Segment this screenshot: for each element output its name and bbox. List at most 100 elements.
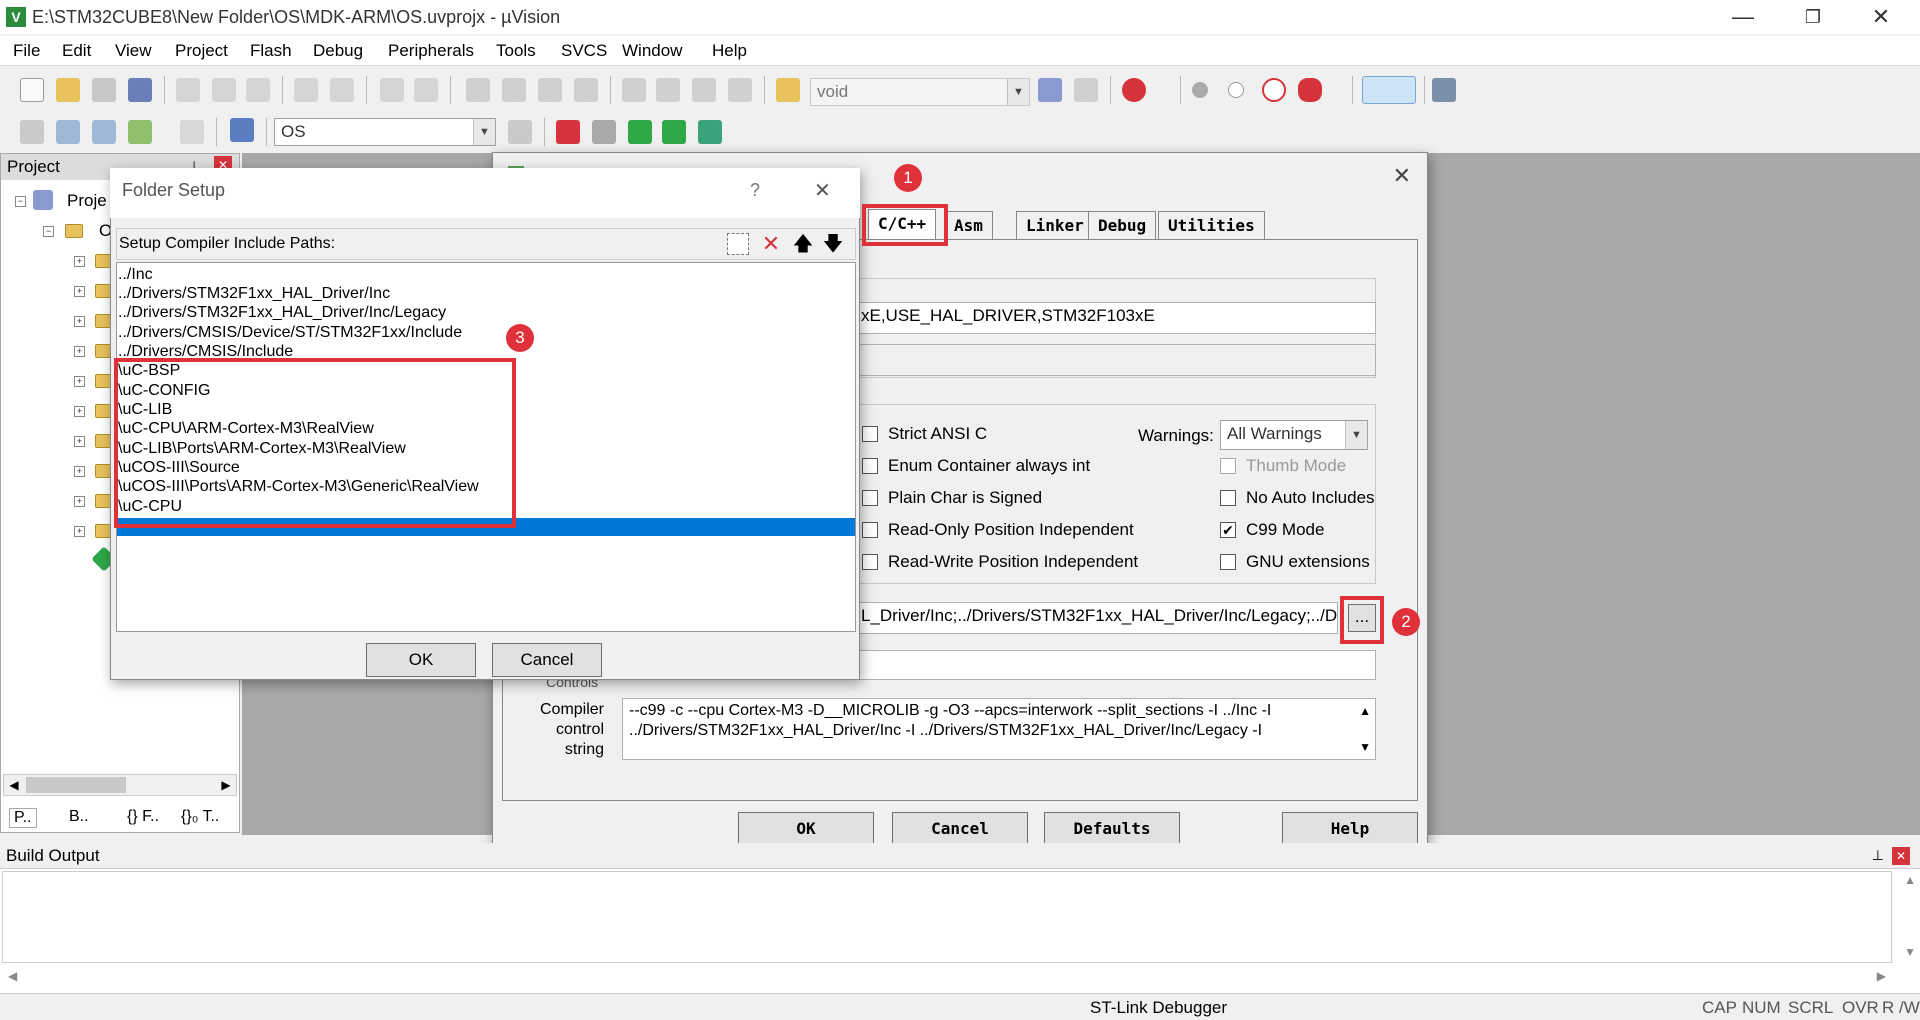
incremental-find-icon[interactable] xyxy=(1074,78,1098,102)
expand-icon[interactable]: + xyxy=(74,316,85,327)
insert-breakpoint-icon[interactable] xyxy=(1192,82,1208,98)
options-cancel-button[interactable]: Cancel xyxy=(892,812,1028,846)
pin-icon[interactable]: ⊥ xyxy=(1872,847,1884,864)
save-icon[interactable] xyxy=(92,78,116,102)
paste-icon[interactable] xyxy=(246,78,270,102)
warnings-select[interactable]: All Warnings ▼ xyxy=(1220,420,1368,450)
build-output-text[interactable] xyxy=(2,871,1892,963)
menu-debug[interactable]: Debug xyxy=(313,41,363,61)
define-field[interactable]: xE,USE_HAL_DRIVER,STM32F103xE xyxy=(854,302,1376,334)
comment-icon[interactable] xyxy=(692,78,716,102)
plain-char-checkbox[interactable] xyxy=(862,490,878,506)
horizontal-scrollbar[interactable]: ◀ ▶ xyxy=(3,774,237,796)
chevron-down-icon[interactable]: ▼ xyxy=(473,119,495,145)
expand-icon[interactable]: + xyxy=(74,376,85,387)
delete-icon[interactable]: ✕ xyxy=(757,229,785,259)
prev-bookmark-icon[interactable] xyxy=(502,78,526,102)
scrollbar-thumb[interactable] xyxy=(26,777,126,793)
options-ok-button[interactable]: OK xyxy=(738,812,874,846)
options-close-icon[interactable]: ✕ xyxy=(1393,163,1411,189)
bookmark-icon[interactable] xyxy=(466,78,490,102)
expand-icon[interactable]: + xyxy=(74,286,85,297)
clear-bookmarks-icon[interactable] xyxy=(574,78,598,102)
new-folder-icon[interactable] xyxy=(727,233,749,255)
tab-books[interactable]: B.. xyxy=(69,808,89,826)
menu-tools[interactable]: Tools xyxy=(496,41,536,61)
help-icon[interactable]: ? xyxy=(750,180,760,201)
scroll-right-icon[interactable]: ▶ xyxy=(1877,969,1886,983)
configure-wrench-icon[interactable] xyxy=(1432,78,1456,102)
chevron-down-icon[interactable]: ▼ xyxy=(1007,79,1029,105)
find-icon[interactable] xyxy=(1038,78,1062,102)
expand-icon[interactable]: + xyxy=(74,526,85,537)
close-window-button[interactable]: ✕ xyxy=(1852,0,1910,34)
rebuild-icon[interactable] xyxy=(92,120,116,144)
window-layout-icon[interactable] xyxy=(1362,76,1416,104)
target-options-icon[interactable] xyxy=(508,120,532,144)
list-item[interactable]: ../Drivers/CMSIS/Device/ST/STM32F1xx/Inc… xyxy=(118,324,462,342)
run-time-environment-icon[interactable] xyxy=(698,120,722,144)
tab-project[interactable]: P.. xyxy=(9,808,37,828)
search-combo[interactable]: void ▼ xyxy=(810,78,1030,106)
debug-session-icon[interactable] xyxy=(1122,78,1146,102)
open-folder-icon[interactable] xyxy=(56,78,80,102)
menu-flash[interactable]: Flash xyxy=(250,41,292,61)
pack-installer-icon[interactable] xyxy=(662,120,686,144)
menu-view[interactable]: View xyxy=(115,41,152,61)
folder-ok-button[interactable]: OK xyxy=(366,643,476,677)
menu-svcs[interactable]: SVCS xyxy=(561,41,607,61)
uncomment-icon[interactable] xyxy=(728,78,752,102)
menu-peripherals[interactable]: Peripherals xyxy=(388,41,474,61)
disable-breakpoints-icon[interactable] xyxy=(1262,78,1286,102)
select-packs-icon[interactable] xyxy=(628,120,652,144)
list-item[interactable]: ../Drivers/STM32F1xx_HAL_Driver/Inc xyxy=(118,285,390,303)
scroll-down-icon[interactable]: ▼ xyxy=(1904,945,1916,959)
options-help-button[interactable]: Help xyxy=(1282,812,1418,846)
ropi-checkbox[interactable] xyxy=(862,522,878,538)
scroll-up-icon[interactable]: ▲ xyxy=(1359,701,1371,721)
collapse-icon[interactable]: − xyxy=(43,226,54,237)
copy-icon[interactable] xyxy=(212,78,236,102)
indent-icon[interactable] xyxy=(622,78,646,102)
file-extensions-icon[interactable] xyxy=(592,120,616,144)
tab-functions[interactable]: {} F.. xyxy=(127,808,159,826)
next-bookmark-icon[interactable] xyxy=(538,78,562,102)
menu-help[interactable]: Help xyxy=(712,41,747,61)
navigate-back-icon[interactable] xyxy=(380,78,404,102)
tab-debug[interactable]: Debug xyxy=(1088,211,1157,239)
enable-breakpoint-icon[interactable] xyxy=(1228,82,1244,98)
enum-container-checkbox[interactable] xyxy=(862,458,878,474)
tab-linker[interactable]: Linker xyxy=(1016,211,1094,239)
menu-window[interactable]: Window xyxy=(622,41,682,61)
tab-templates[interactable]: {}₀ T.. xyxy=(181,808,219,826)
menu-edit[interactable]: Edit xyxy=(62,41,91,61)
menu-file[interactable]: File xyxy=(13,41,40,61)
move-down-icon[interactable]: 🡇 xyxy=(819,229,847,259)
include-paths-field[interactable]: L_Driver/Inc;../Drivers/STM32F1xx_HAL_Dr… xyxy=(854,602,1338,634)
chevron-down-icon[interactable]: ▼ xyxy=(1345,421,1367,449)
scroll-left-icon[interactable]: ◀ xyxy=(8,969,17,983)
scroll-down-icon[interactable]: ▼ xyxy=(1359,737,1371,757)
folder-setup-close-icon[interactable]: ✕ xyxy=(814,178,831,203)
unindent-icon[interactable] xyxy=(656,78,680,102)
manage-components-icon[interactable] xyxy=(556,120,580,144)
folder-cancel-button[interactable]: Cancel xyxy=(492,643,602,677)
gnu-extensions-checkbox[interactable] xyxy=(1220,554,1236,570)
expand-icon[interactable]: + xyxy=(74,256,85,267)
kill-breakpoints-icon[interactable] xyxy=(1298,78,1322,102)
save-all-icon[interactable] xyxy=(128,78,152,102)
project-root-label[interactable]: Proje xyxy=(67,191,107,211)
cut-icon[interactable] xyxy=(176,78,200,102)
redo-icon[interactable] xyxy=(330,78,354,102)
expand-icon[interactable]: + xyxy=(74,466,85,477)
scroll-up-icon[interactable]: ▲ xyxy=(1904,873,1916,887)
download-load-icon[interactable] xyxy=(230,118,254,142)
scroll-right-icon[interactable]: ▶ xyxy=(216,775,236,795)
undefine-field[interactable] xyxy=(854,344,1376,376)
tab-asm[interactable]: Asm xyxy=(944,211,993,239)
expand-icon[interactable]: + xyxy=(74,406,85,417)
minimize-button[interactable]: — xyxy=(1714,0,1772,34)
maximize-button[interactable]: ❐ xyxy=(1784,0,1842,34)
expand-icon[interactable]: + xyxy=(74,496,85,507)
no-auto-includes-checkbox[interactable] xyxy=(1220,490,1236,506)
